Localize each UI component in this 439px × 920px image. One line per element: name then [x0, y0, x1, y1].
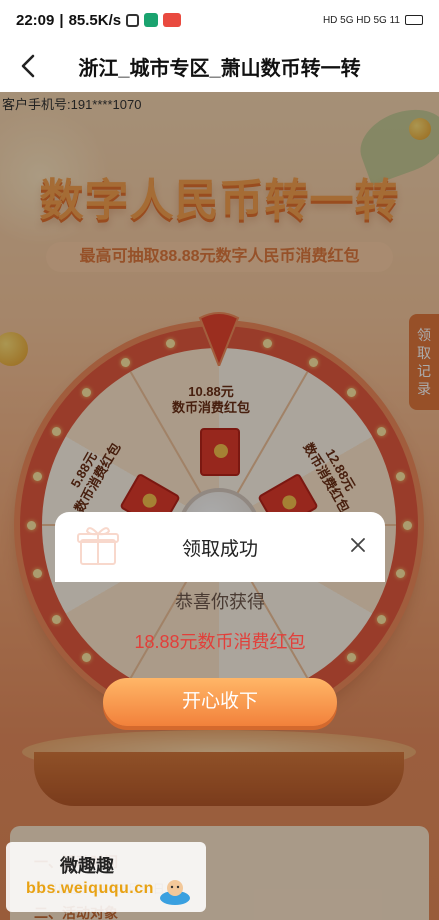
status-separator: | [59, 11, 64, 29]
congrats-text: 恭喜你获得 [175, 592, 265, 612]
chevron-left-icon [21, 54, 35, 78]
app-notification-icon [144, 13, 159, 27]
close-icon [351, 538, 365, 552]
watermark-url: bbs.weiququ.cn [26, 880, 154, 897]
modal-title: 领取成功 [181, 538, 258, 560]
nfc-icon [126, 13, 140, 27]
status-time: 22:09 [16, 11, 55, 29]
accept-button[interactable]: 开心收下 [103, 678, 337, 726]
signal-status-text: HD 5G HD 5G 11 [322, 14, 400, 26]
watermark-title: 微趣趣 [60, 856, 114, 876]
prize-text: 18.88元数币消费红包 [134, 632, 306, 652]
news-notification-icon [163, 13, 182, 27]
back-button[interactable] [14, 52, 42, 80]
success-modal-header: 领取成功 [55, 512, 385, 582]
status-speed: 85.5K/s [68, 11, 122, 29]
watermark: 微趣趣 bbs.weiququ.cn [6, 842, 206, 912]
page-title: 浙江_城市专区_萧山数币转一转 [78, 57, 361, 80]
success-modal-body: 恭喜你获得 18.88元数币消费红包 [55, 582, 385, 662]
mascot-icon [160, 880, 190, 905]
close-button[interactable] [345, 532, 371, 558]
gift-icon [77, 527, 119, 565]
battery-icon [405, 15, 423, 25]
modal-overlay[interactable] [0, 92, 439, 920]
nav-bar: 浙江_城市专区_萧山数币转一转 [0, 40, 439, 92]
status-bar: 22:09 | 85.5K/s HD 5G HD 5G 11 [0, 0, 439, 40]
